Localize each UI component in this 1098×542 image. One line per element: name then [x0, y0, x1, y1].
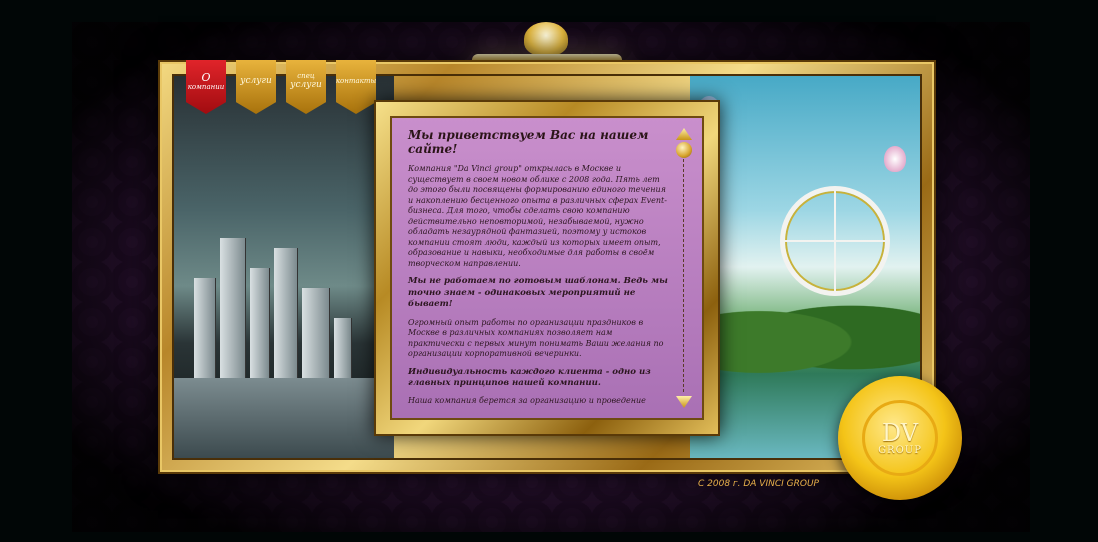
scrollbar[interactable]: [676, 128, 692, 408]
copyright-text: С 2008 г. DA VINCI GROUP: [698, 479, 819, 489]
skyscrapers: [184, 228, 364, 388]
scroll-down-arrow-icon[interactable]: [676, 396, 692, 408]
tab-label-line2: компании: [187, 83, 225, 92]
seal-monogram: DV: [881, 418, 919, 447]
seal-ring: DV GROUP: [862, 400, 938, 476]
highlight-paragraph: Мы не работаем по готовым шаблонам. Ведь…: [408, 276, 668, 310]
principle-paragraph: Индивидуальность каждого клиента - одно …: [408, 366, 651, 389]
tab-label-line2: услуги: [290, 79, 322, 90]
experience-paragraph: Огромный опыт работы по организации праз…: [408, 317, 664, 359]
cutoff-paragraph: Наша компания берется за организацию и п…: [408, 396, 646, 406]
scroll-thumb[interactable]: [676, 142, 692, 158]
content-frame: Мы приветствуем Вас на нашем сайте! Комп…: [374, 100, 720, 436]
tab-about[interactable]: Окомпании: [186, 60, 226, 114]
seal-word: GROUP: [878, 444, 922, 456]
tab-label-line2: услуги: [240, 76, 272, 87]
tab-services[interactable]: услуги: [236, 60, 276, 114]
tab-special-services[interactable]: спец услуги: [286, 60, 326, 114]
city-image: [174, 76, 394, 458]
intro-paragraph: Компания "Da Vinci group" открылась в Мо…: [408, 164, 667, 268]
ferris-wheel: [780, 186, 890, 296]
wax-seal-icon: DV GROUP: [838, 376, 962, 500]
balloon-icon: [884, 146, 906, 172]
lamp-bulb: [524, 22, 568, 56]
city-water: [174, 378, 394, 458]
main-nav: Окомпании услуги спец услуги контакты: [186, 60, 376, 114]
scroll-up-arrow-icon[interactable]: [676, 128, 692, 140]
scroll-track[interactable]: [683, 144, 684, 392]
tab-contacts[interactable]: контакты: [336, 60, 376, 114]
palm-trees: [690, 288, 920, 378]
content-panel[interactable]: Мы приветствуем Вас на нашем сайте! Комп…: [390, 116, 704, 420]
tab-label-line2: контакты: [335, 77, 377, 86]
page-title: Мы приветствуем Вас на нашем сайте!: [408, 128, 649, 156]
